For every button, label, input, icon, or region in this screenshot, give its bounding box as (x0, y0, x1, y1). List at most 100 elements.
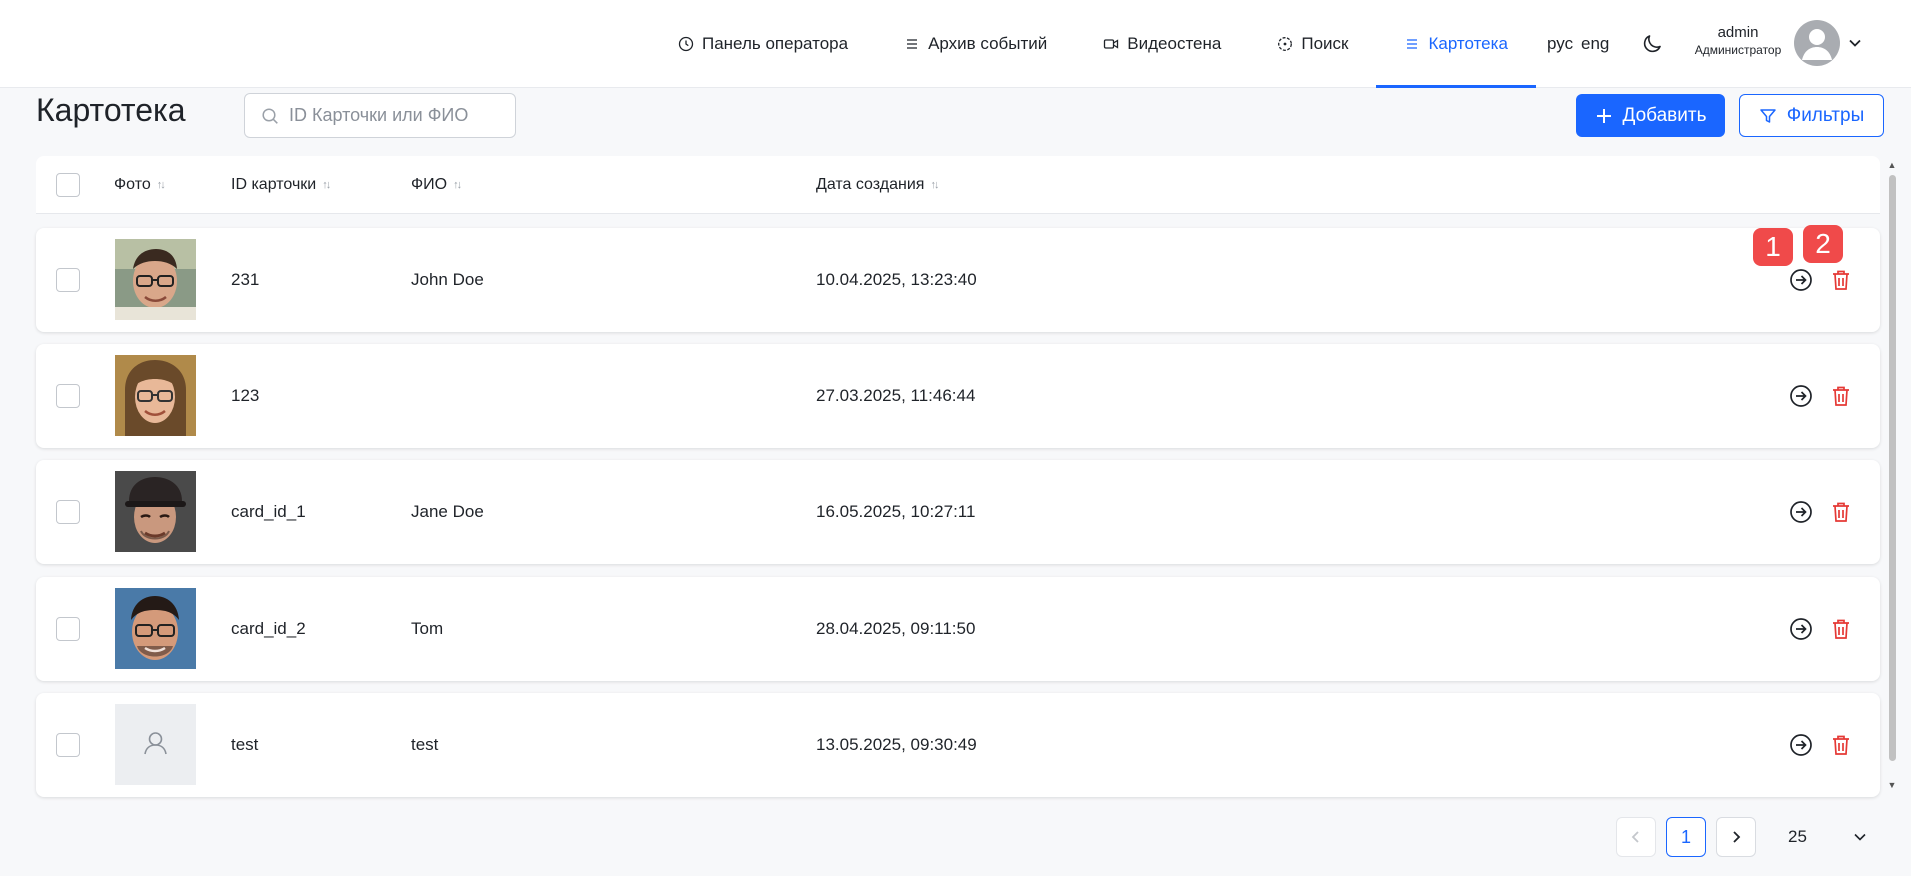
column-header-label: Фото (114, 176, 151, 193)
nav-item-label: Видеостена (1127, 34, 1222, 53)
sort-icon: ↑↓ (156, 179, 166, 191)
user-role: Администратор (1694, 43, 1782, 57)
column-header-label: Дата создания (816, 176, 925, 193)
filters-button[interactable]: Фильтры (1739, 94, 1884, 137)
row-checkbox[interactable] (56, 500, 80, 524)
sort-icon: ↑↓ (322, 179, 331, 191)
filter-icon (1760, 108, 1776, 123)
created-cell: 16.05.2025, 10:27:11 (816, 502, 976, 521)
card-id-cell: card_id_2 (231, 619, 306, 638)
page-size-value: 25 (1788, 827, 1807, 846)
nav-item-label: Поиск (1301, 34, 1349, 53)
add-button-label: Добавить (1622, 104, 1707, 126)
row-checkbox[interactable] (56, 617, 80, 641)
target-icon (1278, 37, 1293, 51)
name-cell: Tom (411, 619, 444, 638)
nav-item-operator-panel[interactable]: Панель оператора (660, 0, 876, 88)
table-row[interactable]: test test 13.05.2025, 09:30:49 (36, 693, 1880, 797)
lang-en-button[interactable]: eng (1581, 0, 1609, 88)
page-title: Картотека (36, 92, 186, 128)
open-card-icon[interactable] (1789, 617, 1813, 641)
lang-ru-button[interactable]: рус (1547, 0, 1573, 88)
trash-icon[interactable] (1829, 617, 1853, 641)
table-row[interactable]: card_id_1 Jane Doe 16.05.2025, 10:27:11 (36, 460, 1880, 564)
column-header-created[interactable]: Дата создания ↑↓ (816, 156, 939, 214)
table-row[interactable]: 123 27.03.2025, 11:46:44 (36, 344, 1880, 448)
nav-item-video-wall[interactable]: Видеостена (1075, 0, 1249, 88)
created-cell: 28.04.2025, 09:11:50 (816, 619, 976, 638)
photo-thumbnail (115, 704, 196, 785)
annotation-marker-1: 1 (1753, 228, 1793, 266)
prev-page-button[interactable] (1616, 817, 1656, 857)
open-card-icon[interactable] (1789, 500, 1813, 524)
filters-button-label: Фильтры (1786, 104, 1865, 126)
page-number-button[interactable]: 1 (1666, 817, 1706, 857)
table-row[interactable]: card_id_2 Tom 28.04.2025, 09:11:50 (36, 577, 1880, 681)
plus-icon (1596, 108, 1611, 123)
user-icon (1802, 29, 1832, 60)
created-cell: 10.04.2025, 13:23:40 (816, 270, 977, 289)
created-cell: 27.03.2025, 11:46:44 (816, 386, 976, 405)
user-name: admin (1717, 24, 1759, 41)
scrollbar-thumb[interactable] (1889, 175, 1896, 761)
main-nav: Панель оператора Архив событий Видеостен… (660, 0, 1537, 88)
chevron-left-icon (1631, 831, 1639, 843)
page-size-select[interactable]: 25 (1772, 817, 1878, 857)
avatar[interactable] (1794, 20, 1840, 66)
column-header-card-id[interactable]: ID карточки ↑↓ (231, 156, 331, 214)
open-card-icon[interactable] (1789, 268, 1813, 292)
moon-icon[interactable] (1640, 32, 1664, 56)
sort-icon: ↑↓ (453, 179, 462, 191)
trash-icon[interactable] (1829, 733, 1853, 757)
user-placeholder-icon (115, 704, 196, 785)
photo-thumbnail (115, 588, 196, 669)
row-checkbox[interactable] (56, 733, 80, 757)
photo-thumbnail (115, 471, 196, 552)
open-card-icon[interactable] (1789, 384, 1813, 408)
card-id-cell: card_id_1 (231, 502, 306, 521)
chevron-down-icon[interactable] (1846, 34, 1864, 52)
table-row[interactable]: 231 John Doe 10.04.2025, 13:23:40 1 2 (36, 225, 1880, 332)
name-cell: Jane Doe (411, 502, 484, 521)
video-icon (1104, 39, 1119, 49)
card-id-cell: 123 (231, 386, 260, 405)
nav-item-card-index[interactable]: Картотека (1376, 0, 1537, 88)
scroll-up-arrow[interactable]: ▲ (1886, 160, 1898, 172)
nav-item-event-archive[interactable]: Архив событий (876, 0, 1075, 88)
name-cell: test (411, 735, 439, 754)
list-icon (1407, 39, 1418, 49)
next-page-button[interactable] (1716, 817, 1756, 857)
column-header-label: ID карточки (231, 176, 317, 193)
trash-icon[interactable] (1829, 384, 1853, 408)
created-cell: 13.05.2025, 09:30:49 (816, 735, 977, 754)
table-header: Фото ↑↓ ID карточки ↑↓ ФИО ↑↓ Дата созда… (36, 156, 1880, 214)
photo-thumbnail (115, 239, 196, 320)
select-all-checkbox[interactable] (56, 173, 80, 197)
clock-icon (678, 36, 694, 52)
column-header-name[interactable]: ФИО ↑↓ (411, 156, 462, 214)
top-bar: Панель оператора Архив событий Видеостен… (0, 0, 1911, 88)
nav-item-search[interactable]: Поиск (1249, 0, 1376, 88)
scroll-down-arrow[interactable]: ▼ (1886, 780, 1898, 792)
row-checkbox[interactable] (56, 268, 80, 292)
list-icon (907, 39, 918, 49)
search-icon (262, 108, 278, 124)
trash-icon[interactable] (1829, 268, 1853, 292)
add-button[interactable]: Добавить (1576, 94, 1725, 137)
open-card-icon[interactable] (1789, 733, 1813, 757)
search-input[interactable] (289, 105, 515, 126)
sort-icon: ↑↓ (930, 179, 939, 191)
nav-item-label: Картотека (1428, 34, 1508, 53)
photo-thumbnail (115, 355, 196, 436)
annotation-marker-2: 2 (1803, 225, 1843, 263)
card-id-cell: 231 (231, 270, 260, 289)
nav-item-label: Архив событий (928, 34, 1048, 53)
nav-item-label: Панель оператора (702, 34, 849, 53)
row-checkbox[interactable] (56, 384, 80, 408)
chevron-down-icon (1854, 833, 1866, 841)
trash-icon[interactable] (1829, 500, 1853, 524)
column-header-photo[interactable]: Фото ↑↓ (114, 156, 166, 214)
face-photo-icon (115, 239, 196, 320)
card-id-cell: test (231, 735, 259, 754)
search-box[interactable] (244, 93, 516, 138)
